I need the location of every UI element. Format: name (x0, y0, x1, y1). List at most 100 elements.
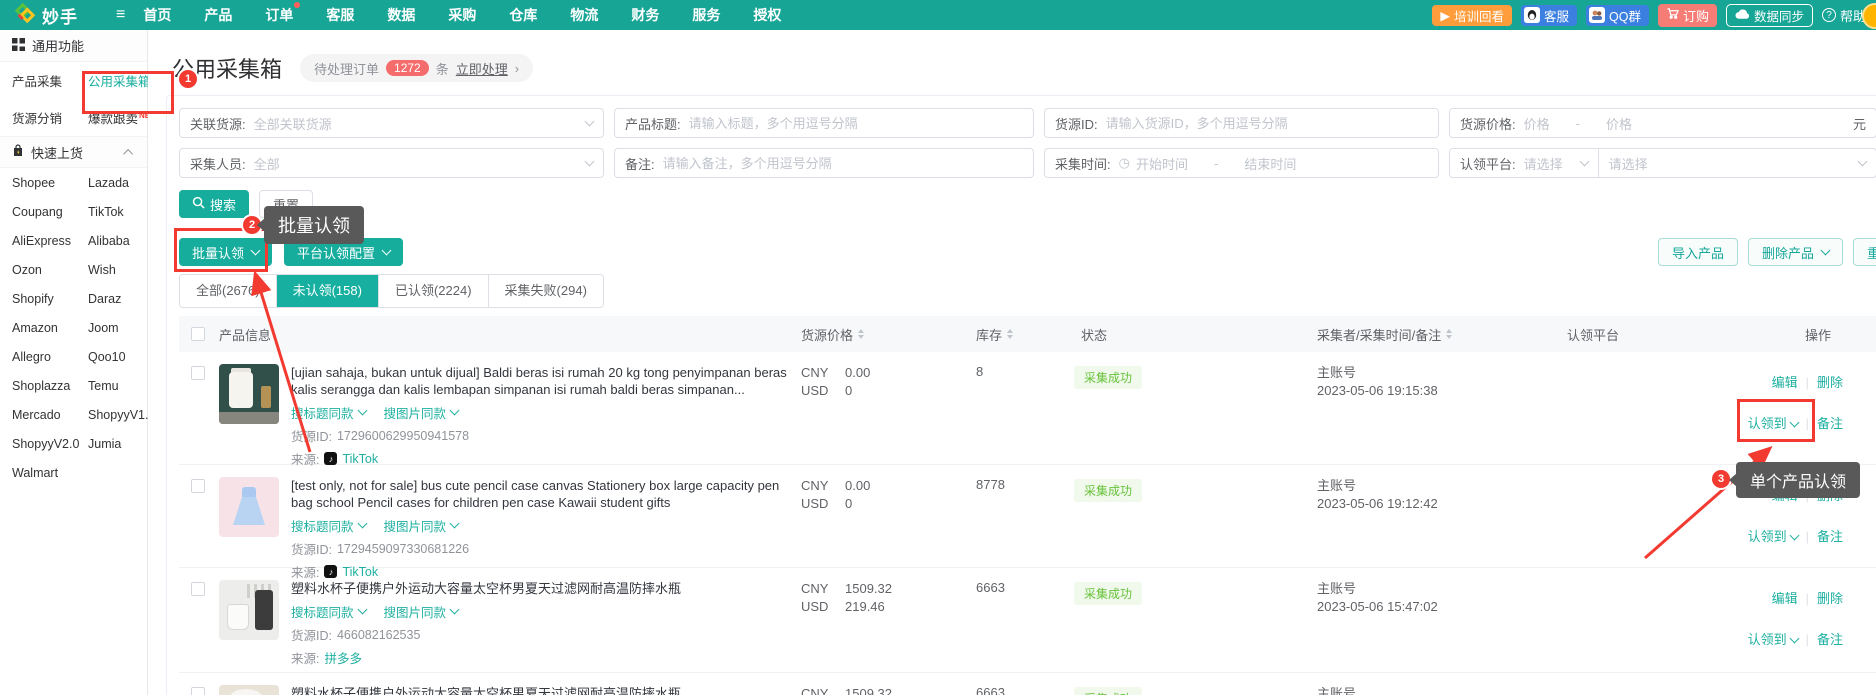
note-link[interactable]: 备注 (1817, 632, 1843, 647)
sidebar-item-walmart[interactable]: Walmart (0, 458, 76, 487)
import-product-button[interactable]: 导入产品 (1658, 238, 1738, 266)
claim-to-dropdown[interactable]: 认领到 (1748, 529, 1798, 544)
sidebar-item-shoplazza[interactable]: Shoplazza (0, 371, 76, 400)
batch-claim-button[interactable]: 批量认领 (179, 238, 272, 266)
sidebar-item-hot-follow[interactable]: 爆款跟卖NEW (76, 99, 158, 136)
price-min-input[interactable]: 价格 (1524, 114, 1550, 133)
sidebar-item-shopyyv2[interactable]: ShopyyV2.0 (0, 429, 76, 458)
row-checkbox[interactable] (191, 366, 205, 380)
brand-logo[interactable]: 妙手 (0, 2, 92, 29)
chevron-up-icon[interactable] (123, 148, 133, 158)
data-sync-button[interactable]: 数据同步 (1726, 4, 1813, 27)
source-id-input[interactable] (1106, 116, 1428, 131)
sidebar-item-qoo10[interactable]: Qoo10 (76, 342, 155, 371)
edit-link[interactable]: 编辑 (1772, 591, 1798, 606)
nav-item-home[interactable]: 首页 (143, 5, 171, 25)
sidebar-item-shopyyv1[interactable]: ShopyyV1.0 (76, 400, 155, 429)
filter-collector-select[interactable]: 采集人员: 全部 (179, 148, 604, 178)
claim-platform-select-2[interactable]: 请选择 (1609, 154, 1648, 173)
col-price[interactable]: 货源价格 (801, 325, 976, 344)
nav-item-data[interactable]: 数据 (387, 5, 415, 25)
sidebar-item-joom[interactable]: Joom (76, 313, 155, 342)
price-max-input[interactable]: 价格 (1606, 114, 1632, 133)
start-time-input[interactable]: 开始时间 (1136, 154, 1188, 173)
sidebar-item-shopify[interactable]: Shopify (0, 284, 76, 313)
filter-claim-platform-box[interactable]: 认领平台: 请选择 请选择 (1449, 148, 1876, 178)
sort-icon[interactable] (858, 326, 864, 342)
sidebar-item-tiktok[interactable]: TikTok (76, 197, 155, 226)
delete-link[interactable]: 删除 (1817, 375, 1843, 390)
end-time-input[interactable]: 结束时间 (1244, 154, 1296, 173)
nav-item-purchase[interactable]: 采购 (448, 5, 476, 25)
select-all-checkbox[interactable] (191, 327, 205, 341)
help-link[interactable]: ? 帮助 (1822, 6, 1866, 25)
note-link[interactable]: 备注 (1817, 416, 1843, 431)
row-checkbox[interactable] (191, 582, 205, 596)
search-button[interactable]: 搜索 (179, 190, 249, 218)
sidebar-item-daraz[interactable]: Daraz (76, 284, 155, 313)
sidebar-section-general[interactable]: 通用功能 (0, 30, 147, 62)
tab-unclaimed[interactable]: 未认领(158) (276, 275, 378, 307)
sort-icon[interactable] (1007, 326, 1013, 342)
sidebar-section-quick-list[interactable]: 快速上货 (0, 136, 147, 168)
delete-link[interactable]: 删除 (1817, 488, 1843, 503)
sidebar-item-lazada[interactable]: Lazada (76, 168, 155, 197)
sidebar-item-amazon[interactable]: Amazon (0, 313, 76, 342)
delete-link[interactable]: 删除 (1817, 591, 1843, 606)
row-checkbox[interactable] (191, 687, 205, 695)
claim-to-dropdown[interactable]: 认领到 (1748, 416, 1798, 431)
filter-price-range-box[interactable]: 货源价格: 价格 - 价格 元 (1449, 108, 1876, 138)
col-stock[interactable]: 库存 (976, 325, 1066, 344)
claim-platform-select-1[interactable]: 请选择 (1524, 154, 1563, 173)
delete-product-button[interactable]: 删除产品 (1748, 238, 1843, 266)
origin-platform-link[interactable]: TikTok (342, 565, 378, 579)
sidebar-item-aliexpress[interactable]: AliExpress (0, 226, 76, 255)
sidebar-item-shopee[interactable]: Shopee (0, 168, 76, 197)
search-same-image-link[interactable]: 搜图片同款 (384, 403, 459, 422)
nav-item-product[interactable]: 产品 (204, 5, 232, 25)
retry-button[interactable]: 重试 (1853, 238, 1876, 266)
menu-collapse-icon[interactable]: ≡ (116, 6, 125, 24)
qq-group-badge[interactable]: QQ群 (1586, 5, 1649, 26)
sidebar-item-mercado[interactable]: Mercado (0, 400, 76, 429)
sidebar-item-wish[interactable]: Wish (76, 255, 155, 284)
note-link[interactable]: 备注 (1817, 529, 1843, 544)
origin-platform-link[interactable]: TikTok (342, 452, 378, 466)
origin-platform-link[interactable]: 拼多多 (324, 648, 362, 667)
sidebar-item-jumia[interactable]: Jumia (76, 429, 155, 458)
platform-claim-config-button[interactable]: 平台认领配置 (284, 238, 403, 266)
search-same-title-link[interactable]: 搜标题同款 (291, 602, 366, 621)
row-checkbox[interactable] (191, 479, 205, 493)
training-replay-badge[interactable]: ▶培训回看 (1432, 5, 1512, 26)
search-same-image-link[interactable]: 搜图片同款 (384, 602, 459, 621)
tab-failed[interactable]: 采集失败(294) (488, 275, 603, 307)
claim-to-dropdown[interactable]: 认领到 (1748, 632, 1798, 647)
sidebar-item-product-collect[interactable]: 产品采集 (0, 62, 76, 99)
nav-item-warehouse[interactable]: 仓库 (509, 5, 537, 25)
filter-note-input-box[interactable]: 备注: (614, 148, 1034, 178)
edit-link[interactable]: 编辑 (1772, 375, 1798, 390)
nav-item-logistics[interactable]: 物流 (570, 5, 598, 25)
nav-item-orders[interactable]: 订单 (265, 5, 293, 25)
sidebar-item-allegro[interactable]: Allegro (0, 342, 76, 371)
tab-all[interactable]: 全部(2676) (180, 275, 276, 307)
order-purchase-badge[interactable]: 订购 (1658, 4, 1717, 27)
note-input[interactable] (663, 156, 1023, 171)
sidebar-item-public-collect-box[interactable]: 公用采集箱 (76, 62, 158, 99)
nav-item-authorize[interactable]: 授权 (753, 5, 781, 25)
col-collector[interactable]: 采集者/采集时间/备注 (1317, 325, 1541, 344)
process-now-link[interactable]: 立即处理 (456, 59, 508, 78)
sort-icon[interactable] (1446, 326, 1452, 342)
sidebar-item-alibaba[interactable]: Alibaba (76, 226, 155, 255)
reset-button[interactable]: 重置 (259, 190, 313, 218)
sidebar-item-temu[interactable]: Temu (76, 371, 155, 400)
nav-item-services[interactable]: 服务 (692, 5, 720, 25)
tab-claimed[interactable]: 已认领(2224) (378, 275, 488, 307)
nav-item-service[interactable]: 客服 (326, 5, 354, 25)
nav-item-finance[interactable]: 财务 (631, 5, 659, 25)
search-same-title-link[interactable]: 搜标题同款 (291, 516, 366, 535)
filter-associated-source-select[interactable]: 关联货源: 全部关联货源 (179, 108, 604, 138)
product-title-input[interactable] (689, 116, 1023, 131)
search-same-image-link[interactable]: 搜图片同款 (384, 516, 459, 535)
filter-product-title-input-box[interactable]: 产品标题: (614, 108, 1034, 138)
